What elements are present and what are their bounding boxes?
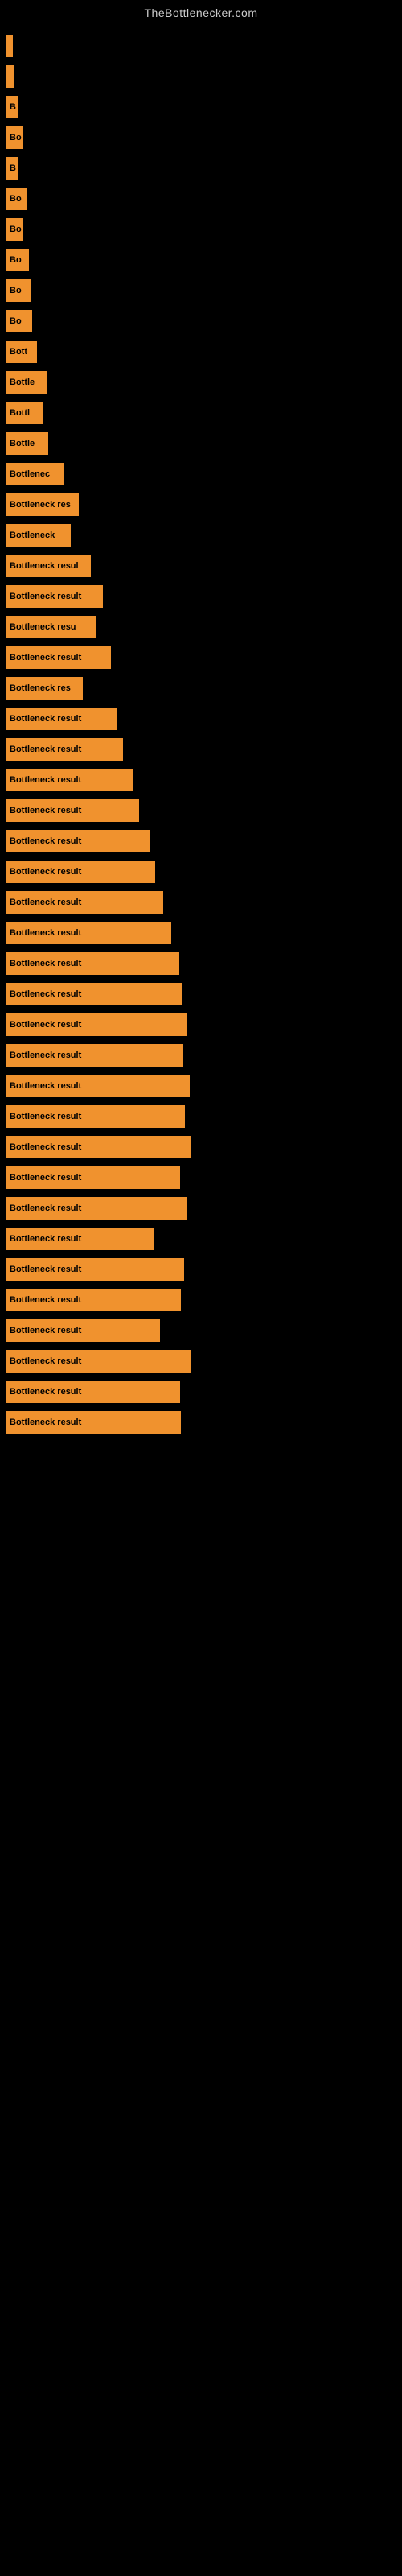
bar-item: Bottleneck result [6,769,133,791]
bar-row: Bottleneck result [0,1101,402,1132]
bar-item: Bottleneck result [6,1075,190,1097]
bar-item: Bo [6,249,29,271]
bar-item: Bottleneck result [6,830,150,852]
bar-item: Bottleneck result [6,1166,180,1189]
bar-item: Bottle [6,371,47,394]
bar-row: Bottleneck result [0,1377,402,1407]
bar-row: Bottleneck result [0,734,402,765]
bar-row: Bo [0,214,402,245]
bar-item: Bottleneck result [6,1044,183,1067]
bar-row: Bottleneck resu [0,612,402,642]
bar-item: Bottleneck result [6,1381,180,1403]
bar-row [0,61,402,92]
bar-item [6,65,14,88]
bar-row: Bottleneck result [0,948,402,979]
bar-row: Bottle [0,428,402,459]
bar-item: Bottleneck result [6,585,103,608]
site-title: TheBottlenecker.com [0,0,402,23]
bar-item: Bottleneck result [6,1013,187,1036]
bar-item: B [6,96,18,118]
bar-item: Bottleneck result [6,708,117,730]
bar-row: Bottleneck result [0,765,402,795]
bar-item: Bottleneck result [6,738,123,761]
bar-item: Bo [6,310,32,332]
bar-row: Bottleneck result [0,857,402,887]
bar-row: Bottleneck result [0,1346,402,1377]
bar-row: B [0,92,402,122]
bar-row: Bottleneck result [0,1254,402,1285]
bar-item: B [6,157,18,180]
bar-row: Bottleneck result [0,642,402,673]
bar-row: Bottleneck result [0,918,402,948]
bar-row: Bott [0,336,402,367]
bar-row: Bottleneck result [0,1407,402,1438]
bar-item [6,35,13,57]
bar-item: Bottleneck result [6,1136,191,1158]
bar-item: Bottleneck result [6,1350,191,1373]
bar-item: Bott [6,341,37,363]
bar-row: Bottleneck resul [0,551,402,581]
bar-item: Bottleneck result [6,952,179,975]
bar-row: Bottlenec [0,459,402,489]
bar-row: Bottleneck result [0,1040,402,1071]
bar-row: Bottleneck result [0,826,402,857]
bar-row: Bottleneck result [0,1162,402,1193]
bar-row: Bottleneck result [0,581,402,612]
bar-item: Bottleneck resul [6,555,91,577]
bar-item: Bo [6,279,31,302]
bar-row: Bo [0,306,402,336]
bar-row: Bottleneck res [0,489,402,520]
bar-row: Bottleneck result [0,1132,402,1162]
bar-row: Bottleneck result [0,795,402,826]
bars-container: B Bo B Bo Bo Bo Bo Bo Bott Bottle Bottl Bottle Bottl… [0,23,402,1446]
bar-row: Bottle [0,367,402,398]
bar-item: Bo [6,218,23,241]
bar-item: Bottleneck result [6,1319,160,1342]
bar-item: Bottleneck res [6,493,79,516]
bar-row: Bo [0,245,402,275]
bar-row: Bottleneck result [0,1285,402,1315]
bar-row: Bottleneck result [0,1315,402,1346]
bar-item: Bottleneck result [6,1228,154,1250]
bar-item: Bottleneck result [6,983,182,1005]
bar-row: Bo [0,275,402,306]
bar-item: Bottleneck result [6,1105,185,1128]
bar-item: Bottleneck result [6,799,139,822]
bar-item: Bottleneck result [6,922,171,944]
bar-row: Bottleneck result [0,704,402,734]
bar-row: Bottleneck result [0,1009,402,1040]
bar-item: Bottleneck result [6,1258,184,1281]
bar-row [0,31,402,61]
bar-item: Bo [6,126,23,149]
bar-row: Bo [0,184,402,214]
bar-row: Bottleneck res [0,673,402,704]
bar-item: Bottleneck result [6,1289,181,1311]
bar-row: Bottleneck result [0,1224,402,1254]
bar-item: Bottleneck result [6,1411,181,1434]
bar-row: Bottleneck result [0,1193,402,1224]
bar-item: Bottleneck result [6,646,111,669]
bar-row: Bottleneck result [0,887,402,918]
bar-item: Bottleneck result [6,1197,187,1220]
bar-item: Bottleneck res [6,677,83,700]
bar-item: Bottlenec [6,463,64,485]
bar-row: Bottleneck result [0,979,402,1009]
bar-row: Bottleneck [0,520,402,551]
bar-item: Bottle [6,432,48,455]
bar-item: Bottl [6,402,43,424]
bar-row: B [0,153,402,184]
bar-row: Bottl [0,398,402,428]
bar-row: Bo [0,122,402,153]
bar-item: Bottleneck resu [6,616,96,638]
bar-row: Bottleneck result [0,1071,402,1101]
bar-item: Bottleneck [6,524,71,547]
bar-item: Bo [6,188,27,210]
bar-item: Bottleneck result [6,891,163,914]
bar-item: Bottleneck result [6,861,155,883]
